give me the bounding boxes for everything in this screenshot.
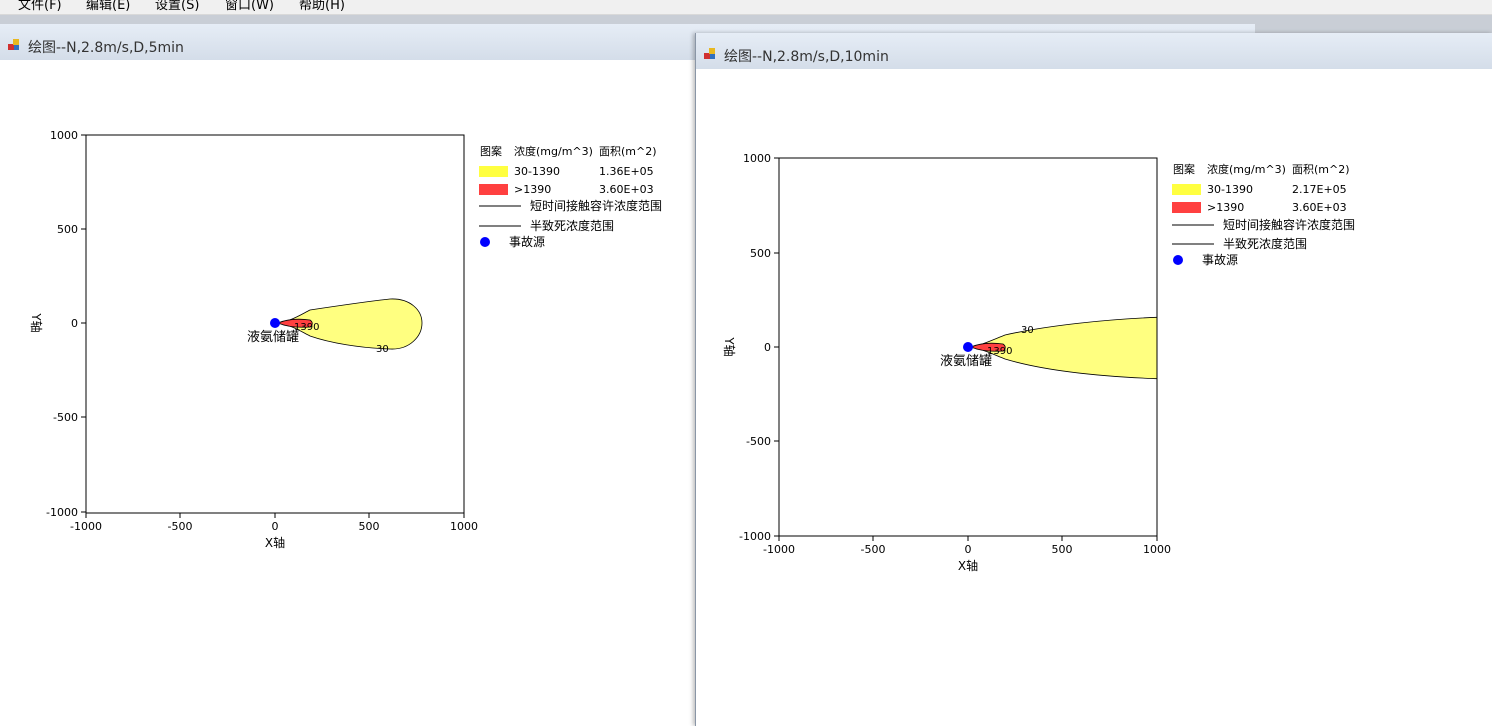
x-axis-label: X轴 [265, 535, 285, 550]
window-title: 绘图--N,2.8m/s,D,5min [28, 40, 184, 56]
legend: 图案 浓度(mg/m^3) 面积(m^2) 30-1390 2.17E+05 >… [1172, 162, 1355, 267]
menu-bar: 文件(F) 编辑(E) 设置(S) 窗口(W) 帮助(H) [0, 0, 1492, 15]
menu-help[interactable]: 帮助(H) [299, 0, 345, 13]
legend-row2-area: 3.60E+03 [1292, 201, 1347, 214]
y-tick-label: -500 [53, 411, 78, 424]
menu-window[interactable]: 窗口(W) [225, 0, 274, 13]
x-tick-label: 0 [965, 543, 972, 556]
legend-header-conc: 浓度(mg/m^3) [1207, 162, 1286, 176]
legend-swatch-red [479, 184, 508, 195]
legend-line-stel-label: 短时间接触容许浓度范围 [530, 198, 662, 213]
source-point [270, 318, 280, 328]
x-tick-label: 500 [1052, 543, 1073, 556]
y-tick-label: 0 [71, 317, 78, 330]
x-tick-label: -1000 [763, 543, 795, 556]
y-tick-label: 1000 [743, 152, 771, 165]
y-tick-label: 1000 [50, 129, 78, 142]
plot-window-10min[interactable]: 绘图--N,2.8m/s,D,10min 图案 浓度(mg/m^3) 面积(m^… [695, 33, 1492, 726]
legend: 图案 浓度(mg/m^3) 面积(m^2) 30-1390 1.36E+05 >… [479, 144, 662, 249]
contour-label-30: 30 [376, 344, 389, 355]
legend-header-area: 面积(m^2) [599, 145, 657, 158]
legend-row1-area: 1.36E+05 [599, 165, 654, 178]
legend-source-label: 事故源 [509, 234, 545, 249]
mdi-workspace: 绘图--N,2.8m/s,D,5min 图案 浓度(mg/m^3) 面积(m^2… [0, 15, 1492, 726]
y-tick-label: -1000 [46, 506, 78, 519]
window-titlebar[interactable]: 绘图--N,2.8m/s,D,10min [696, 33, 1492, 69]
legend-source-marker [480, 237, 490, 247]
menu-file[interactable]: 文件(F) [18, 0, 62, 13]
legend-swatch-red [1172, 202, 1201, 213]
legend-header-area: 面积(m^2) [1292, 163, 1350, 176]
y-tick-label: 500 [57, 223, 78, 236]
window-title: 绘图--N,2.8m/s,D,10min [724, 49, 889, 65]
y-tick-label: 500 [750, 247, 771, 260]
x-tick-label: 0 [272, 520, 279, 533]
app-icon [8, 39, 19, 50]
x-tick-label: 1000 [1143, 543, 1171, 556]
legend-line-stel-label: 短时间接触容许浓度范围 [1223, 217, 1355, 232]
source-label: 液氨储罐 [247, 330, 299, 345]
y-tick-label: -1000 [739, 530, 771, 543]
legend-source-label: 事故源 [1202, 252, 1238, 267]
menu-edit[interactable]: 编辑(E) [86, 0, 130, 13]
legend-row2-area: 3.60E+03 [599, 183, 654, 196]
legend-row1-area: 2.17E+05 [1292, 183, 1347, 196]
x-tick-label: -500 [861, 543, 886, 556]
legend-row2-range: >1390 [514, 183, 551, 196]
plot-canvas: 图案 浓度(mg/m^3) 面积(m^2) 30-1390 2.17E+05 >… [705, 69, 1492, 726]
legend-swatch-yellow [479, 166, 508, 177]
legend-line-lc50-label: 半致死浓度范围 [1223, 236, 1307, 251]
app-icon [704, 48, 715, 59]
legend-swatch-yellow [1172, 184, 1201, 195]
x-tick-label: -500 [168, 520, 193, 533]
x-tick-label: 1000 [450, 520, 478, 533]
legend-line-lc50-label: 半致死浓度范围 [530, 218, 614, 233]
y-tick-label: -500 [746, 435, 771, 448]
legend-header-conc: 浓度(mg/m^3) [514, 144, 593, 158]
legend-header-pattern: 图案 [1173, 162, 1195, 176]
legend-source-marker [1173, 255, 1183, 265]
legend-row1-range: 30-1390 [1207, 183, 1253, 196]
x-tick-label: 500 [359, 520, 380, 533]
menu-settings[interactable]: 设置(S) [155, 0, 199, 13]
y-axis-label: Y轴 [722, 336, 737, 356]
legend-row1-range: 30-1390 [514, 165, 560, 178]
source-point [963, 342, 973, 352]
legend-header-pattern: 图案 [480, 144, 502, 158]
plot-svg: 图案 浓度(mg/m^3) 面积(m^2) 30-1390 2.17E+05 >… [722, 152, 1355, 573]
source-label: 液氨储罐 [940, 354, 992, 369]
x-axis-label: X轴 [958, 558, 978, 573]
legend-row2-range: >1390 [1207, 201, 1244, 214]
y-axis-label: Y轴 [29, 312, 44, 332]
y-tick-label: 0 [764, 341, 771, 354]
x-tick-label: -1000 [70, 520, 102, 533]
contour-label-30: 30 [1021, 325, 1034, 336]
